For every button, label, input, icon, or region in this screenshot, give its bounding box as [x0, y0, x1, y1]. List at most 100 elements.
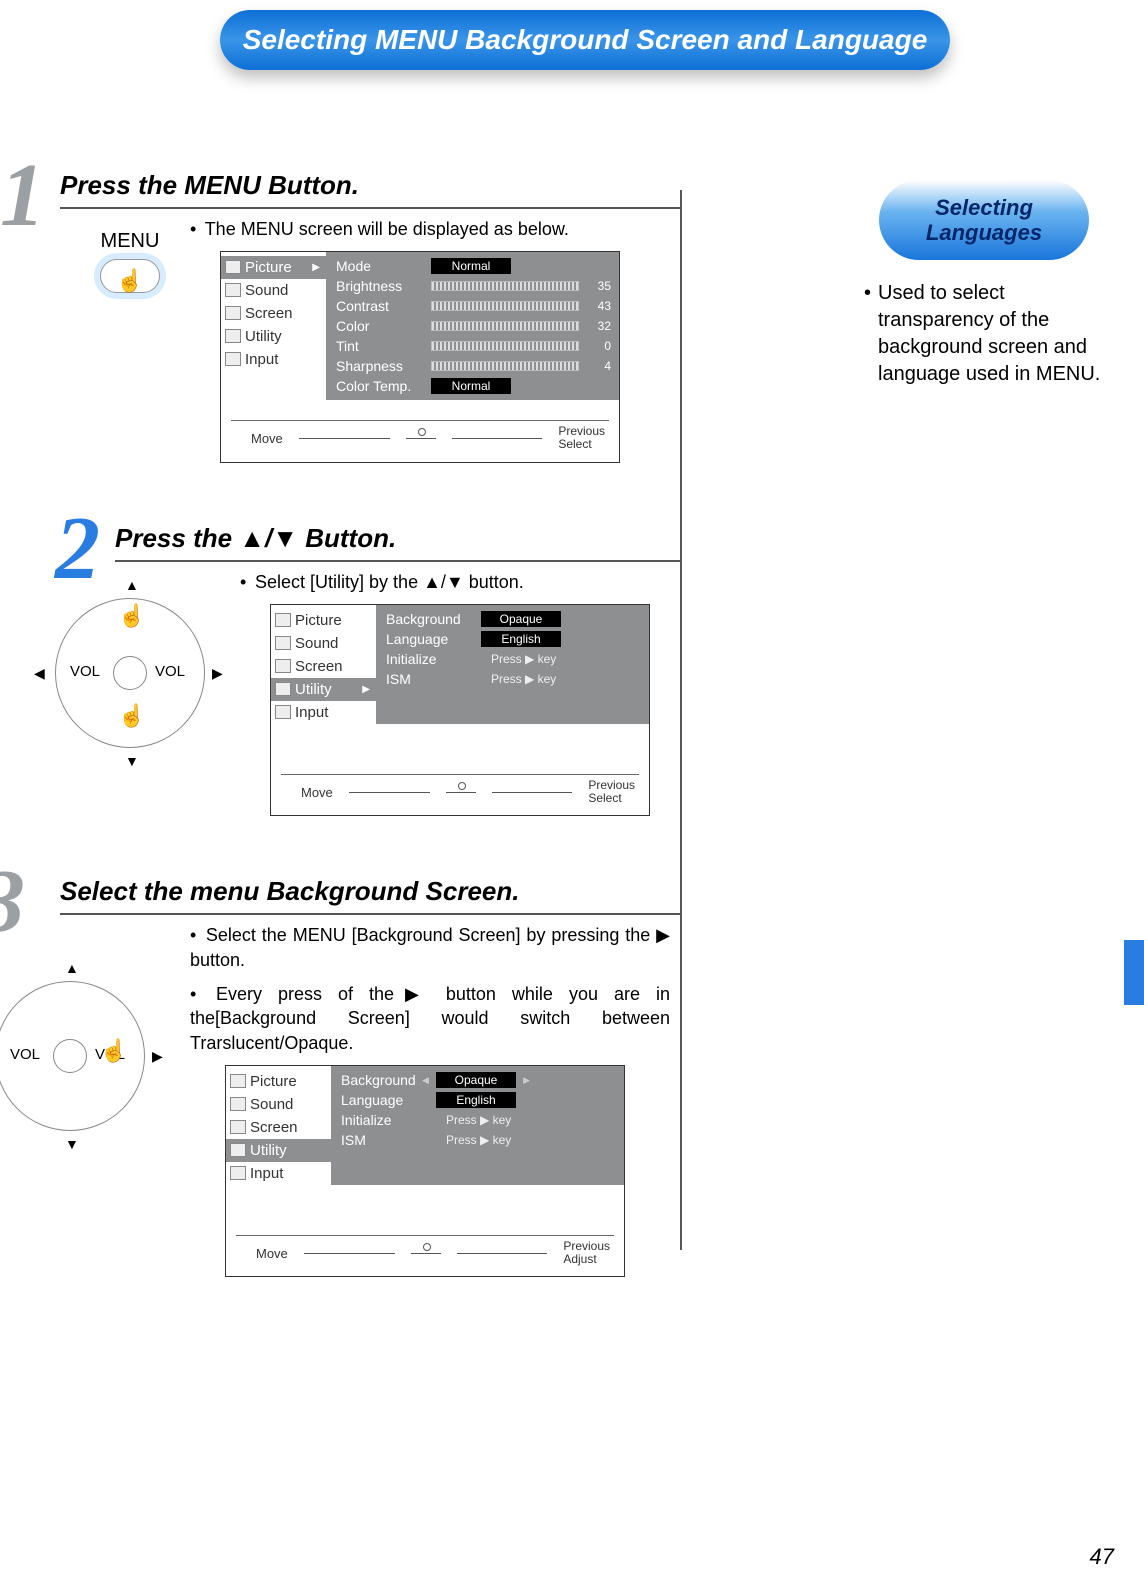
osd-nav-input[interactable]: Input [271, 701, 376, 724]
osd-nav-input[interactable]: Input [226, 1162, 331, 1185]
osd-row-mode[interactable]: ModeNormal [336, 256, 611, 276]
osd-footer: Move Previous Adjust [256, 1240, 610, 1266]
triangle-up-icon: ▲ [65, 960, 79, 976]
footer-select: Select [558, 438, 605, 451]
osd-row-tint[interactable]: Tint0 [336, 336, 611, 356]
slider-track [431, 361, 579, 371]
slider-track [431, 281, 579, 291]
triangle-right-icon: ▶ [212, 665, 223, 682]
sound-icon [225, 283, 241, 297]
osd-row-initialize[interactable]: InitializePress ▶ key [386, 649, 641, 669]
osd-left-nav: Picture Sound Screen Utility Input [226, 1066, 331, 1185]
step-2: 2 Press the ▲/▼ Button. • Select [Utilit… [0, 523, 680, 817]
vol-right-label: VOL [155, 663, 185, 680]
slider-track [431, 341, 579, 351]
osd-nav-picture[interactable]: Picture▶ [221, 256, 326, 279]
page-title-banner: Selecting MENU Background Screen and Lan… [220, 10, 950, 70]
step-3-desc-2: • Every press of the▶ button while you a… [190, 982, 670, 1055]
osd-row-colortemp[interactable]: Color Temp.Normal [336, 376, 611, 396]
remote-dpad: ▲ ▼ ◀ ▶ VOL VOL ☝ [0, 966, 160, 1146]
step-1-desc-text: The MENU screen will be displayed as bel… [205, 219, 569, 239]
footer-move: Move [256, 1246, 288, 1261]
triangle-left-icon: ◀ [34, 665, 45, 682]
osd-row-language[interactable]: LanguageEnglish [386, 629, 641, 649]
osd-nav-utility[interactable]: Utility [221, 325, 326, 348]
step-3-number: 3 [0, 866, 25, 938]
footer-move: Move [301, 785, 333, 800]
osd-nav-input[interactable]: Input [221, 348, 326, 371]
osd-left-nav: Picture▶ Sound Screen Utility Input [221, 252, 326, 400]
input-icon [275, 705, 291, 719]
menu-button-shape: ☝ [100, 259, 160, 293]
footer-select: Select [588, 792, 635, 805]
picture-icon [230, 1074, 246, 1088]
osd-picture-menu: Picture▶ Sound Screen Utility Input Mode… [220, 251, 620, 462]
content-column: 1 Press the MENU Button. • The MENU scre… [0, 170, 680, 1337]
sidebar-bullet: • [864, 280, 878, 307]
osd-nav-sound[interactable]: Sound [226, 1093, 331, 1116]
sound-icon [230, 1097, 246, 1111]
bullet-icon: • [190, 217, 200, 241]
step-3: 3 Select the menu Background Screen. • S… [0, 876, 680, 1277]
osd-nav-sound[interactable]: Sound [271, 632, 376, 655]
pointer-hand-icon: ☝ [118, 703, 145, 729]
pointer-hand-icon: ☝ [100, 1038, 127, 1064]
osd-row-ism[interactable]: ISMPress ▶ key [341, 1130, 616, 1150]
osd-row-color[interactable]: Color32 [336, 316, 611, 336]
osd-row-sharpness[interactable]: Sharpness4 [336, 356, 611, 376]
pointer-hand-icon: ☝ [116, 268, 143, 294]
sidebar-heading-pill: Selecting Languages [879, 180, 1089, 260]
slider-track [431, 321, 579, 331]
osd-row-contrast[interactable]: Contrast43 [336, 296, 611, 316]
triangle-right-icon: ▶ [152, 1048, 163, 1065]
triangle-down-icon: ▼ [446, 572, 464, 592]
triangle-down-icon: ▼ [125, 753, 139, 769]
osd-row-background[interactable]: BackgroundOpaque [386, 609, 641, 629]
vol-left-label: VOL [70, 663, 100, 680]
osd-row-ism[interactable]: ISMPress ▶ key [386, 669, 641, 689]
footer-move: Move [251, 431, 283, 446]
osd-utility-menu-adjust: Picture Sound Screen Utility Input Backg… [225, 1065, 625, 1277]
bullet-icon: • [190, 923, 200, 947]
osd-utility-settings: BackgroundOpaque LanguageEnglish Initial… [376, 605, 649, 724]
osd-nav-picture[interactable]: Picture [271, 609, 376, 632]
osd-utility-settings: BackgroundOpaque LanguageEnglish Initial… [331, 1066, 624, 1185]
osd-nav-screen[interactable]: Screen [221, 302, 326, 325]
sidebar-text-line1: Used to select [878, 282, 1005, 304]
utility-icon [275, 682, 291, 696]
osd-nav-picture[interactable]: Picture [226, 1070, 331, 1093]
triangle-up-icon: ▲ [239, 523, 265, 553]
step-1: 1 Press the MENU Button. • The MENU scre… [0, 170, 680, 463]
slider-track [431, 301, 579, 311]
screen-icon [225, 306, 241, 320]
chevron-right-icon: ▶ [312, 262, 320, 273]
sound-icon [275, 636, 291, 650]
remote-menu-button: MENU ☝ [80, 230, 180, 293]
input-icon [225, 352, 241, 366]
sidebar-heading-line1: Selecting [935, 195, 1033, 220]
utility-icon [225, 329, 241, 343]
screen-icon [275, 659, 291, 673]
pointer-hand-icon: ☝ [118, 603, 145, 629]
osd-nav-screen[interactable]: Screen [226, 1116, 331, 1139]
osd-row-brightness[interactable]: Brightness35 [336, 276, 611, 296]
sidebar-text: •Used to select transparency of the back… [844, 280, 1124, 388]
triangle-right-icon: ▶ [656, 925, 670, 945]
osd-left-nav: Picture Sound Screen Utility▶ Input [271, 605, 376, 724]
triangle-down-icon: ▼ [272, 523, 298, 553]
page-number: 47 [1090, 1544, 1114, 1570]
osd-row-initialize[interactable]: InitializePress ▶ key [341, 1110, 616, 1130]
picture-icon [275, 613, 291, 627]
osd-row-background[interactable]: BackgroundOpaque [341, 1070, 616, 1090]
step-1-title: Press the MENU Button. [60, 170, 680, 209]
osd-footer: Move Previous Select [251, 425, 605, 451]
sidebar: Selecting Languages •Used to select tran… [844, 180, 1124, 388]
osd-row-language[interactable]: LanguageEnglish [341, 1090, 616, 1110]
osd-nav-utility[interactable]: Utility [226, 1139, 331, 1162]
osd-footer: Move Previous Select [301, 779, 635, 805]
osd-nav-screen[interactable]: Screen [271, 655, 376, 678]
step-2-title: Press the ▲/▼ Button. [115, 523, 680, 562]
osd-nav-sound[interactable]: Sound [221, 279, 326, 302]
chevron-right-icon: ▶ [362, 684, 370, 695]
osd-nav-utility[interactable]: Utility▶ [271, 678, 376, 701]
